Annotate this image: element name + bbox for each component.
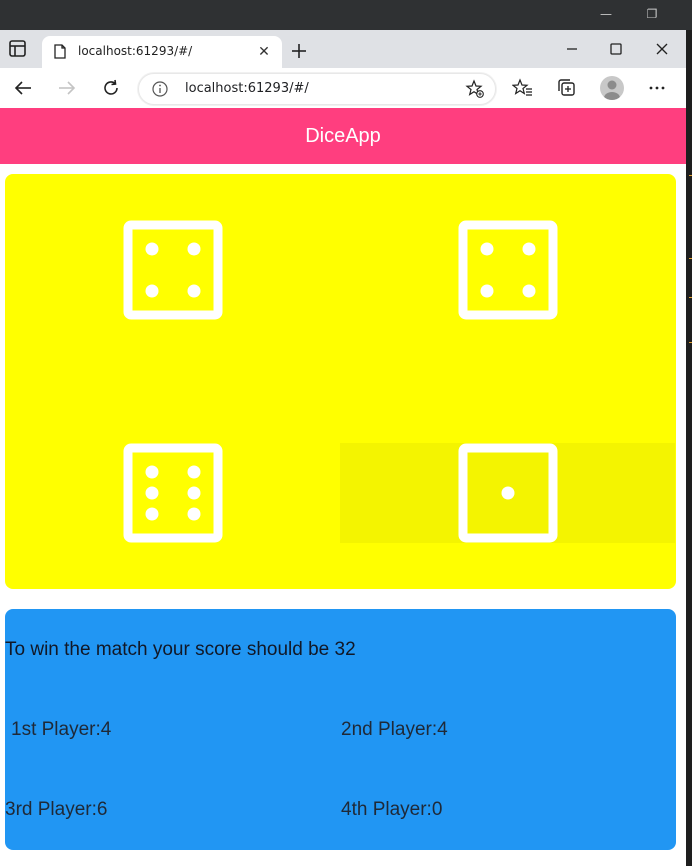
die-pip — [480, 242, 494, 256]
new-tab-icon[interactable] — [288, 40, 310, 62]
die-frame — [123, 220, 223, 320]
die-cell-2[interactable] — [340, 220, 675, 320]
die-pip — [187, 465, 201, 479]
die-frame — [123, 443, 223, 543]
os-minimize-icon[interactable]: — — [592, 4, 620, 24]
background-window-edge — [686, 30, 692, 866]
player-2-score: 2nd Player:4 — [341, 719, 448, 740]
die-frame — [458, 220, 558, 320]
forward-arrow-icon[interactable] — [56, 77, 78, 99]
close-icon[interactable] — [650, 38, 674, 60]
die-cell-4[interactable] — [340, 443, 675, 543]
tab-close-icon[interactable]: ✕ — [254, 42, 274, 62]
tab-actions-icon[interactable] — [6, 38, 30, 60]
refresh-icon[interactable] — [100, 77, 122, 99]
die-face[interactable] — [458, 443, 558, 543]
dice-card — [5, 174, 676, 589]
die-pip — [145, 242, 159, 256]
browser-toolbar: localhost:61293/#/ — [0, 68, 686, 109]
profile-avatar[interactable] — [600, 76, 624, 100]
favorites-icon[interactable] — [511, 77, 534, 99]
more-menu-icon[interactable] — [646, 77, 668, 99]
die-face[interactable] — [123, 443, 223, 543]
score-card: To win the match your score should be 32… — [5, 609, 676, 850]
die-cell-3[interactable] — [5, 443, 340, 543]
die-pip — [145, 465, 159, 479]
die-pip — [187, 507, 201, 521]
die-pip — [187, 486, 201, 500]
die-cell-1[interactable] — [5, 220, 340, 320]
app-bar-title: DiceApp — [0, 108, 686, 164]
die-pip — [145, 486, 159, 500]
player-1-score: 1st Player:4 — [11, 719, 112, 740]
tab-title: localhost:61293/#/ — [78, 44, 193, 58]
address-bar[interactable]: localhost:61293/#/ — [138, 73, 496, 105]
os-restore-icon[interactable]: ❐ — [638, 4, 666, 24]
collections-icon[interactable] — [556, 77, 578, 99]
app-viewport: DiceApp To win the match your score shou… — [0, 108, 686, 866]
tab-bar: localhost:61293/#/ ✕ — [0, 30, 686, 68]
minimize-icon[interactable] — [560, 38, 584, 60]
page-icon — [54, 44, 66, 59]
die-pip — [522, 242, 536, 256]
die-pip — [187, 242, 201, 256]
die-face[interactable] — [123, 220, 223, 320]
maximize-icon[interactable] — [604, 38, 628, 60]
die-pip — [522, 284, 536, 298]
player-3-score: 3rd Player:6 — [5, 799, 108, 820]
address-text: localhost:61293/#/ — [185, 81, 309, 96]
die-pip — [187, 284, 201, 298]
player-4-score: 4th Player:0 — [341, 799, 443, 820]
browser-tab[interactable]: localhost:61293/#/ ✕ — [42, 36, 282, 68]
die-pip — [501, 486, 515, 500]
browser-window: localhost:61293/#/ ✕ localhost:61293/#/ … — [0, 30, 686, 866]
back-arrow-icon[interactable] — [12, 77, 34, 99]
die-pip — [480, 284, 494, 298]
die-pip — [145, 284, 159, 298]
target-score-text: To win the match your score should be 32 — [5, 639, 356, 660]
add-favorite-icon[interactable] — [465, 79, 485, 99]
info-icon[interactable] — [151, 80, 169, 98]
die-pip — [145, 507, 159, 521]
os-title-strip: — ❐ — [0, 0, 692, 30]
die-face[interactable] — [458, 220, 558, 320]
